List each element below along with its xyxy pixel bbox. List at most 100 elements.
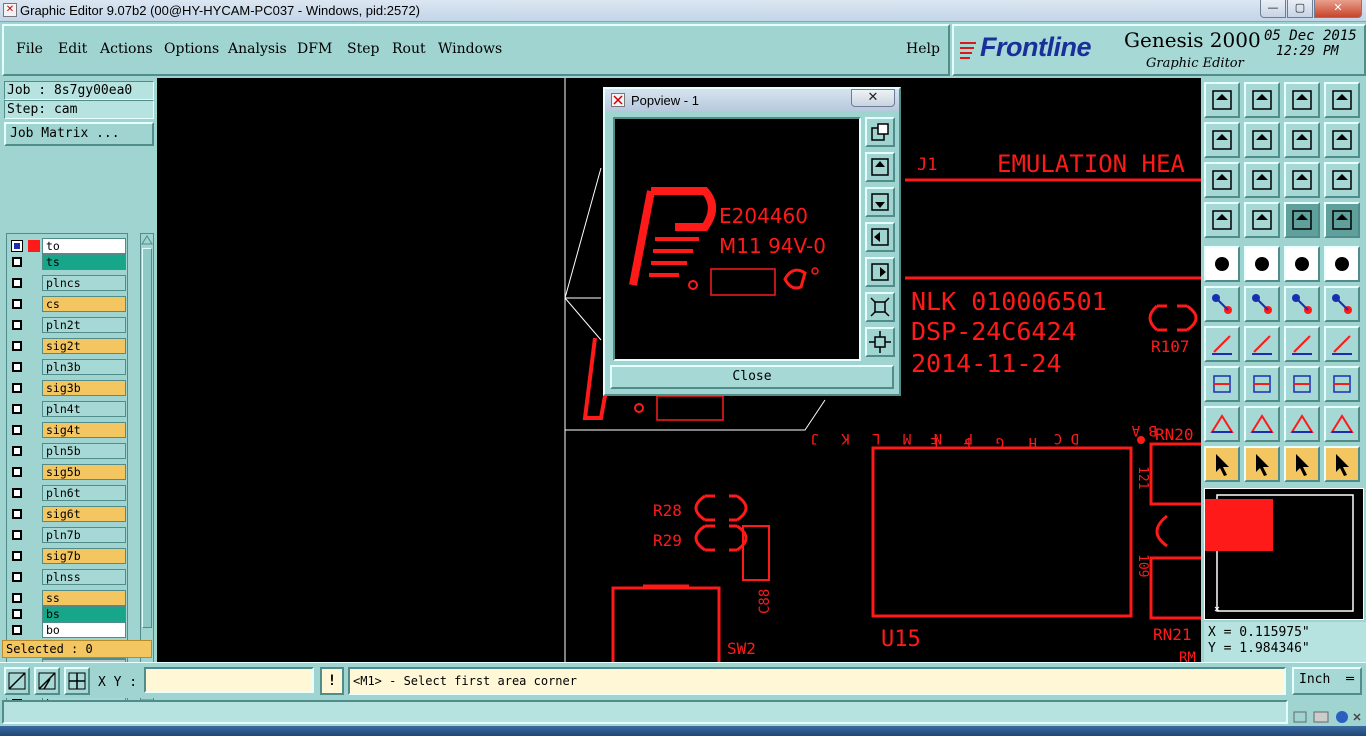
layer-name[interactable]: ss: [42, 590, 126, 606]
rotate-tool-button[interactable]: [1324, 406, 1360, 442]
menu-actions[interactable]: Actions: [100, 41, 153, 57]
layer-row-sig2t[interactable]: sig2t: [9, 338, 129, 354]
zoom-extents-button[interactable]: [1324, 82, 1360, 118]
layer-checkbox[interactable]: [12, 609, 22, 619]
snap-angle-button[interactable]: [34, 667, 60, 695]
cross-probe-button[interactable]: [1244, 286, 1280, 322]
layer-row-sig7b[interactable]: sig7b: [9, 548, 129, 564]
connect-pads-button[interactable]: [1284, 286, 1320, 322]
layer-checkbox[interactable]: [12, 551, 22, 561]
layer-name[interactable]: sig3b: [42, 380, 126, 396]
layer-checkbox[interactable]: [12, 572, 22, 582]
layer-name[interactable]: plncs: [42, 275, 126, 291]
layer-row-pln5b[interactable]: pln5b: [9, 443, 129, 459]
popview-titlebar[interactable]: Popview - 1 ✕: [605, 89, 899, 111]
layer-row-bs[interactable]: bs: [9, 606, 129, 622]
layer-row-pln2t[interactable]: pln2t: [9, 317, 129, 333]
layer-checkbox[interactable]: [12, 299, 22, 309]
route-tool-b-button[interactable]: [1324, 202, 1360, 238]
layer-name[interactable]: pln2t: [42, 317, 126, 333]
layer-checkbox[interactable]: [12, 625, 22, 635]
layer-checkbox[interactable]: [12, 467, 22, 477]
scroll-up-icon[interactable]: [141, 234, 153, 246]
menu-rout[interactable]: Rout: [392, 41, 426, 57]
layer-row-ss[interactable]: ss: [9, 590, 129, 606]
popview-close-button[interactable]: Close: [610, 365, 894, 389]
layer-row-ts[interactable]: ts: [9, 254, 129, 270]
ratio-1-2-button[interactable]: [1284, 162, 1320, 198]
layer-row-bo[interactable]: bo: [9, 622, 129, 638]
layer-checkbox[interactable]: [12, 509, 22, 519]
feature-select-button[interactable]: [1244, 246, 1280, 282]
layer-row-plncs[interactable]: plncs: [9, 275, 129, 291]
menu-file[interactable]: File: [16, 41, 43, 57]
layer-checkbox[interactable]: [12, 530, 22, 540]
layer-row-cs[interactable]: cs: [9, 296, 129, 312]
center-view-button[interactable]: [1244, 162, 1280, 198]
snap-line-button[interactable]: [1324, 122, 1360, 158]
layer-checkbox[interactable]: [12, 278, 22, 288]
layer-row-pln7b[interactable]: pln7b: [9, 527, 129, 543]
undo-move-button[interactable]: [1284, 122, 1320, 158]
xy-input[interactable]: [144, 667, 314, 693]
popview-pan-down-button[interactable]: [865, 187, 895, 217]
layer-name[interactable]: cs: [42, 296, 126, 312]
fit-screen-button[interactable]: [1204, 162, 1240, 198]
layer-name[interactable]: sig7b: [42, 548, 126, 564]
menu-options[interactable]: Options: [164, 41, 219, 57]
popview-close-x[interactable]: ✕: [851, 89, 895, 107]
maximize-button[interactable]: ▢: [1287, 0, 1313, 18]
angle-tool-button[interactable]: [1284, 406, 1320, 442]
measure-button[interactable]: [1284, 246, 1320, 282]
pad-tool-button[interactable]: [1324, 246, 1360, 282]
move-right-button[interactable]: [1244, 122, 1280, 158]
layer-name[interactable]: bs: [42, 606, 126, 622]
layer-row-sig4t[interactable]: sig4t: [9, 422, 129, 438]
layer-checkbox[interactable]: [12, 383, 22, 393]
layer-row-pln3b[interactable]: pln3b: [9, 359, 129, 375]
job-matrix-button[interactable]: Job Matrix ...: [4, 122, 154, 146]
popview-zoom-window-button[interactable]: [865, 117, 895, 147]
layer-name[interactable]: plnss: [42, 569, 126, 585]
layer-checkbox[interactable]: [12, 257, 22, 267]
feature-add-button[interactable]: [1204, 246, 1240, 282]
layer-row-plnss[interactable]: plnss: [9, 569, 129, 585]
menu-help[interactable]: Help: [906, 41, 940, 57]
layer-checkbox[interactable]: [12, 425, 22, 435]
layer-name[interactable]: sig4t: [42, 422, 126, 438]
route-tool-a-button[interactable]: [1284, 202, 1320, 238]
query-button[interactable]: [1324, 162, 1360, 198]
home-view-button[interactable]: [1284, 82, 1320, 118]
popview-zoom-in-button[interactable]: [865, 327, 895, 357]
layer-name[interactable]: pln6t: [42, 485, 126, 501]
layer-name[interactable]: bo: [42, 622, 126, 638]
menu-step[interactable]: Step: [347, 41, 379, 57]
line-tool-button[interactable]: [1204, 326, 1240, 362]
layer-name[interactable]: sig6t: [42, 506, 126, 522]
menu-windows[interactable]: Windows: [438, 41, 502, 57]
layer-name[interactable]: sig2t: [42, 338, 126, 354]
select-pointer-button[interactable]: [1204, 446, 1240, 482]
popview-pan-up-button[interactable]: [865, 152, 895, 182]
layer-row-to[interactable]: to: [9, 238, 129, 254]
layer-name[interactable]: sig5b: [42, 464, 126, 480]
layer-checkbox[interactable]: [12, 446, 22, 456]
layer-checkbox[interactable]: [12, 320, 22, 330]
layer-name[interactable]: pln3b: [42, 359, 126, 375]
menu-analysis[interactable]: Analysis: [228, 41, 287, 57]
layer-checkbox[interactable]: [12, 362, 22, 372]
layer-checkbox[interactable]: [11, 240, 23, 252]
layer-row-sig3b[interactable]: sig3b: [9, 380, 129, 396]
dimension-tool-button[interactable]: [1284, 366, 1320, 402]
layer-checkbox[interactable]: [12, 341, 22, 351]
select-path-button[interactable]: [1324, 446, 1360, 482]
triangle-tool-button[interactable]: [1204, 406, 1240, 442]
minimize-button[interactable]: —: [1260, 0, 1286, 18]
warning-button[interactable]: !: [320, 667, 344, 695]
layer-row-sig5b[interactable]: sig5b: [9, 464, 129, 480]
layer-up-button[interactable]: [1204, 82, 1240, 118]
settings-tool-button[interactable]: [1204, 202, 1240, 238]
layer-name[interactable]: to: [42, 238, 126, 254]
layer-down-button[interactable]: [1244, 82, 1280, 118]
netlist-tool-button[interactable]: [1204, 286, 1240, 322]
